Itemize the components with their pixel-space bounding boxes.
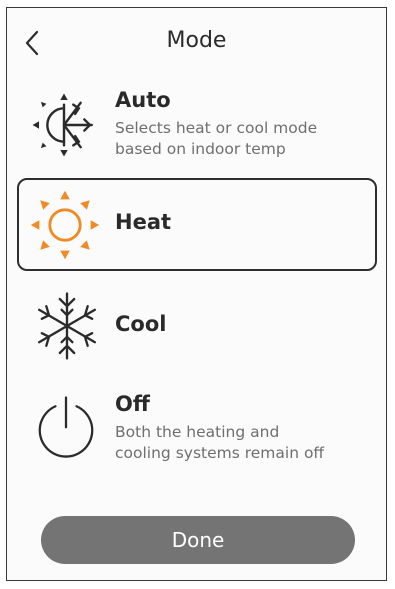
mode-option-auto[interactable]: Auto Selects heat or cool mode based on … [17, 86, 377, 166]
sun-icon [30, 190, 100, 260]
mode-option-cool[interactable]: Cool [17, 288, 377, 368]
mode-label-off: Off [115, 392, 150, 416]
mode-label-auto: Auto [115, 88, 171, 112]
mode-description-off: Both the heating and cooling systems rem… [115, 423, 325, 462]
power-icon [38, 396, 94, 458]
done-button[interactable]: Done [41, 516, 355, 564]
mode-label-heat: Heat [115, 210, 172, 234]
mode-label-cool: Cool [115, 312, 167, 336]
mode-option-off[interactable]: Off Both the heating and cooling systems… [17, 388, 377, 478]
mode-option-heat[interactable]: Heat [17, 178, 377, 271]
mode-screen: Mode Auto Selects heat or cool mode base… [6, 7, 387, 581]
header: Mode [7, 8, 386, 68]
sun-snowflake-icon [32, 93, 93, 157]
mode-description-auto: Selects heat or cool mode based on indoo… [115, 119, 318, 158]
page-title: Mode [166, 28, 227, 53]
snowflake-icon [37, 292, 97, 360]
